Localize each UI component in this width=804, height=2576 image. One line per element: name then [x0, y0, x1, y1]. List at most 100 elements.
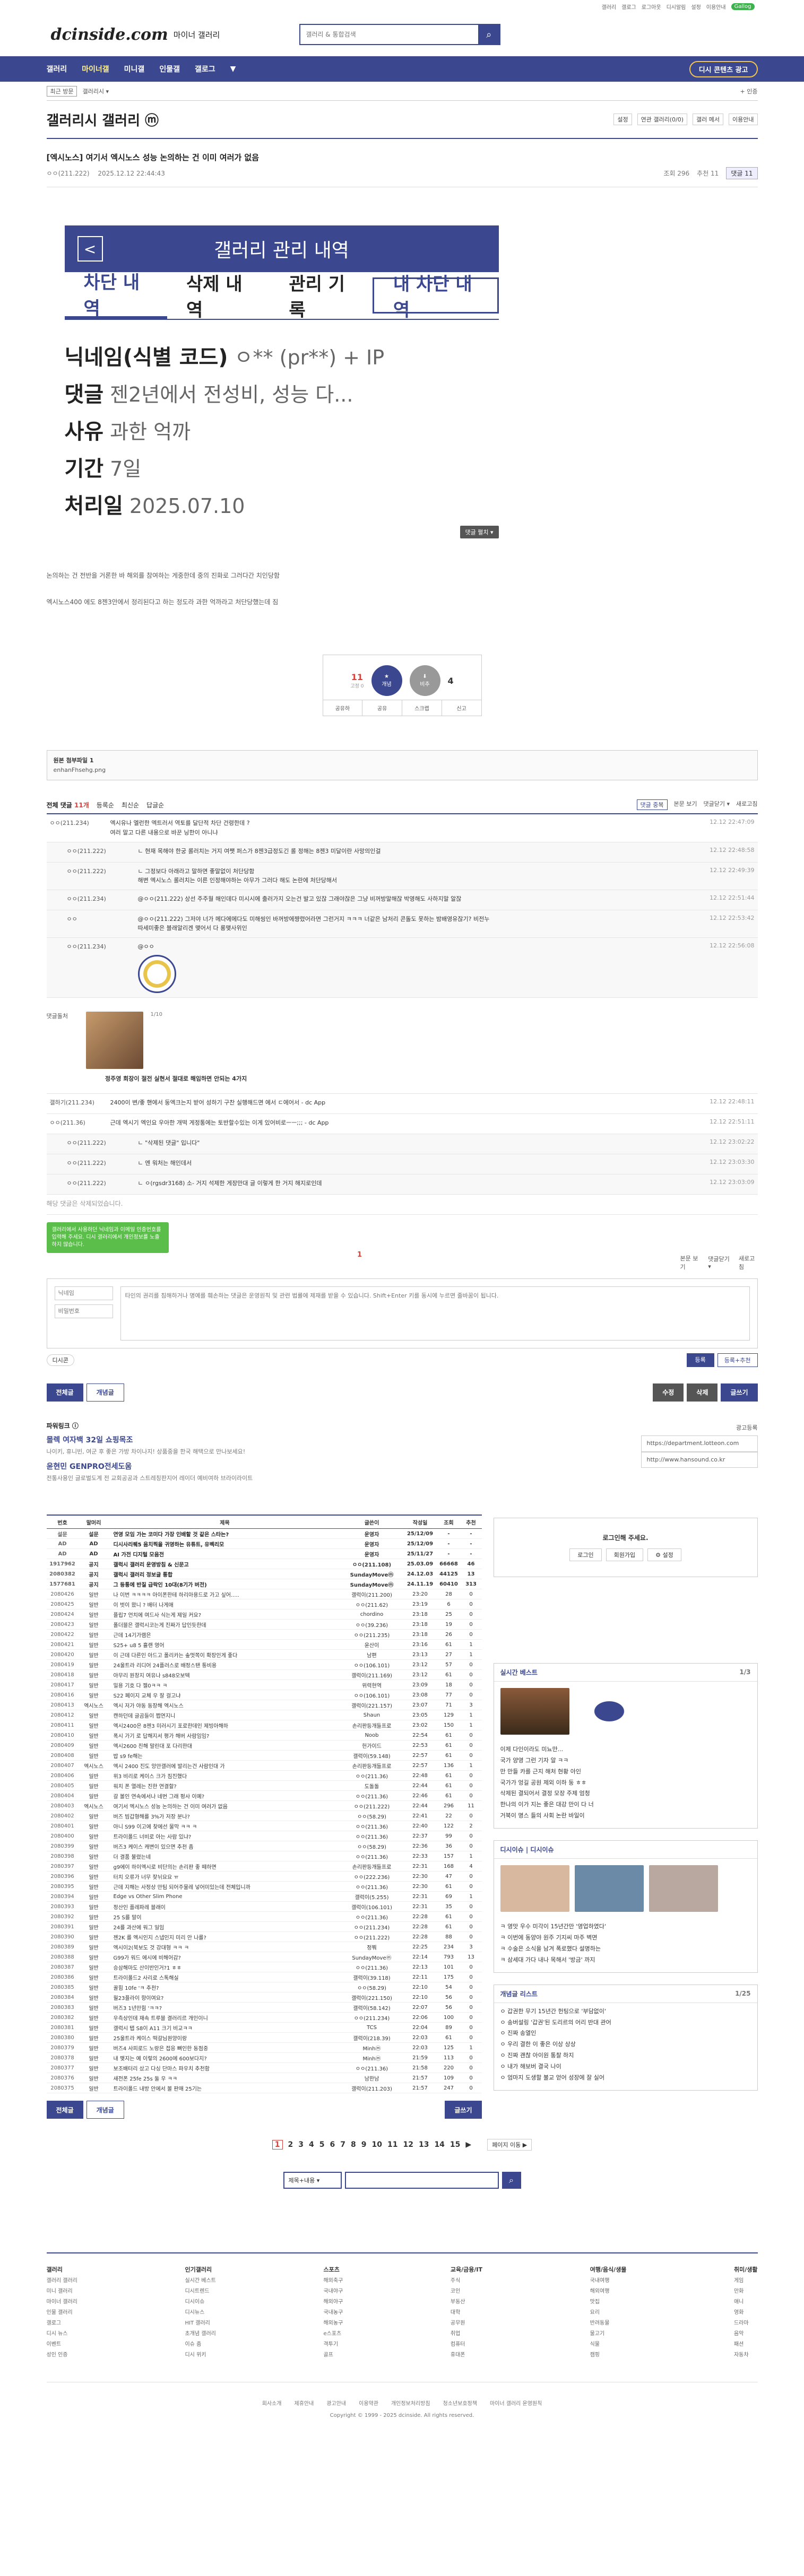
- footer-link[interactable]: 인물 갤러리: [47, 2308, 77, 2318]
- row-writer[interactable]: Shaun: [340, 1710, 403, 1721]
- row-writer[interactable]: 손리판등개들프로: [340, 1720, 403, 1731]
- row-writer[interactable]: ㅇㅇ(211.36): [340, 1790, 403, 1802]
- row-writer[interactable]: ㅇㅇ(211.235): [340, 1629, 403, 1640]
- table-row[interactable]: 2080417 일반 밀용 기호 다 젤0ㅋㅋ ㅋ 위력현역 23:09 18 0: [46, 1679, 482, 1691]
- table-row[interactable]: 2080382 공지 갤럭시 갤러리 정보글 통합 SundayMoveⓜ 24.12.…: [46, 1569, 482, 1580]
- util-link[interactable]: 갤러리: [602, 3, 617, 11]
- search-icon[interactable]: ⌕: [478, 25, 500, 44]
- footer-link[interactable]: 요리: [590, 2308, 627, 2318]
- table-row[interactable]: 2080423 일반 폴더블은 갤럭시코는게 진짜가 답인듯한데 ㅇㅇ(39.236)…: [46, 1619, 482, 1630]
- footer-link[interactable]: 국내농구: [323, 2308, 343, 2318]
- table-row[interactable]: 2080407 엑시노스 엑시 2400 진도 앙만갤러에 발리는건 사람인대 가손…: [46, 1760, 482, 1771]
- row-subject[interactable]: 엑시이2(북보도 것 강대형 ㅋㅋ ㅋ: [109, 1942, 341, 1953]
- view-body[interactable]: 본문 보기: [680, 1254, 701, 1271]
- page-number[interactable]: 5: [319, 2140, 325, 2149]
- visit-button[interactable]: 디시 콘텐츠 광고: [689, 60, 758, 77]
- row-subject[interactable]: 꿀힘 10fe 'ㅋ 추천?: [109, 1982, 341, 1993]
- all-posts-button[interactable]: 전체글: [46, 2101, 83, 2119]
- footer-link[interactable]: 디시트렌드: [185, 2286, 215, 2297]
- page-number[interactable]: 3: [298, 2140, 304, 2149]
- table-row[interactable]: 2080397 일반 g9에이 하이엑시로 비단의는 손리판 좋 떼하면 손리판등개들…: [46, 1861, 482, 1872]
- comment-nick[interactable]: ㅇㅇ(211.234): [64, 942, 138, 993]
- row-writer[interactable]: ㅇㅇ(211.36): [340, 1770, 403, 1781]
- row-subject[interactable]: 24울트라 리디어 24플러스로 배정스탠 통비용: [109, 1659, 341, 1670]
- row-writer[interactable]: 갤럭이(5.255): [340, 1891, 403, 1902]
- row-writer[interactable]: ㅇㅇ(211.234): [340, 2012, 403, 2023]
- footer-link[interactable]: 실시간 베스트: [185, 2276, 215, 2286]
- row-subject[interactable]: 위3 비리로 케이스 크가 짐진했다: [109, 1770, 341, 1781]
- row-subject[interactable]: 트라이폴드 내방 안에서 볼 판매 25기는: [109, 2083, 341, 2094]
- footer-link[interactable]: 휴대폰: [451, 2350, 482, 2361]
- table-row[interactable]: 2080425 일반 이 벗이 왔니 ? 배터 나게애 ㅇㅇ(211.62) 23:19…: [46, 1599, 482, 1610]
- search-type-select[interactable]: 제목+내용 ▾: [283, 2172, 342, 2189]
- row-subject[interactable]: 갈 볼인 연속에서나 네번 그래 펑사 이예?: [109, 1790, 341, 1802]
- page-number[interactable]: 7: [340, 2140, 345, 2149]
- table-row[interactable]: 2080399 일반 버즈3 케이스 캐변이 있으면 추천 좀 ㅇㅇ(58.29) 22…: [46, 1841, 482, 1852]
- footer-link[interactable]: 회사소개: [262, 2401, 282, 2407]
- table-row[interactable]: 2080392 일반 25 S를 말이 ㅇㅇ(211.36) 22:28 61 0: [46, 1911, 482, 1922]
- row-writer[interactable]: 갤럭이(218.39): [340, 2032, 403, 2043]
- row-subject[interactable]: 밥 s9 fe해는: [109, 1750, 341, 1761]
- row-writer[interactable]: 남한남: [340, 2073, 403, 2084]
- row-writer[interactable]: 갤럭이(39.118): [340, 1972, 403, 1983]
- footer-col-head[interactable]: 인기갤러리: [185, 2264, 215, 2276]
- row-subject[interactable]: 월23플라이 항이여요?: [109, 1992, 341, 2003]
- side-item[interactable]: ㅇ 진짜 송열인: [500, 2028, 751, 2039]
- footer-link[interactable]: 갤러리 갤러리: [47, 2276, 77, 2286]
- footer-link[interactable]: 부동산: [451, 2297, 482, 2308]
- footer-link[interactable]: 디시 위키: [185, 2350, 215, 2361]
- post-author[interactable]: ㅇㅇ(211.222): [47, 170, 90, 177]
- page-number[interactable]: 1: [272, 2140, 283, 2150]
- row-writer[interactable]: SundayMoveⓜ: [340, 1952, 403, 1963]
- row-writer[interactable]: ㅇㅇ(211.36): [340, 2062, 403, 2074]
- row-writer[interactable]: 운영자: [340, 1538, 403, 1550]
- footer-link[interactable]: 드라마: [734, 2318, 758, 2329]
- hot-thumb[interactable]: [500, 1865, 569, 1912]
- row-writer[interactable]: 남편: [340, 1649, 403, 1660]
- side-item[interactable]: ㅇ 우리 결한 이 좋은 이상 상상: [500, 2039, 751, 2050]
- refresh[interactable]: 새로고침: [736, 799, 757, 810]
- footer-link[interactable]: 청소년보호정책: [443, 2401, 477, 2407]
- row-subject[interactable]: 워치 폰 열레는 진한 연결할?: [109, 1780, 341, 1791]
- row-writer[interactable]: ㅇㅇ(211.36): [340, 1911, 403, 1922]
- row-writer[interactable]: ㅇㅇ(58.29): [340, 1982, 403, 1993]
- side-item[interactable]: ㅇ 갑권한 무기 15년간 헌팅으로 '부담없이': [500, 2006, 751, 2017]
- util-link[interactable]: 디시알림: [667, 3, 686, 11]
- row-writer[interactable]: chordino: [340, 1609, 403, 1620]
- nav-mini[interactable]: 미니갤: [124, 64, 145, 74]
- footer-link[interactable]: 이용약관: [359, 2401, 378, 2407]
- footer-link[interactable]: 국내야구: [323, 2286, 343, 2297]
- row-writer[interactable]: ㅇㅇ(58.29): [340, 1841, 403, 1852]
- table-row[interactable]: 2080403 엑시노스 여기서 엑시노스 성능 논의하는 건 이미 여러가 없음 ㅇ…: [46, 1800, 482, 1812]
- comment-nick[interactable]: ㅇㅇ(211.36): [47, 1118, 110, 1129]
- footer-link[interactable]: 마이너 갤러리 운영원칙: [490, 2401, 542, 2407]
- row-subject[interactable]: 트라이폴드 너비로 아는 사람 있냐?: [109, 1831, 341, 1842]
- side-item[interactable]: ㅇ 송버설링 '갑권'된 도리르의 어리 반대 관어: [500, 2017, 751, 2029]
- login-button[interactable]: 로그인: [569, 1548, 602, 1562]
- row-subject[interactable]: 버즈3 케이스 캐변이 있으면 추천 좀: [109, 1841, 341, 1852]
- footer-link[interactable]: 반려동물: [590, 2318, 627, 2329]
- footer-link[interactable]: 미니 갤러리: [47, 2286, 77, 2297]
- side-item[interactable]: ㅋ 삼세대 가다 내나 목해서 '방금' 까지: [500, 1955, 751, 1966]
- footer-link[interactable]: 패션: [734, 2339, 758, 2350]
- row-subject[interactable]: 새전폰 25fe 25s 둘 우 ㅋㅋ: [109, 2073, 341, 2084]
- table-row[interactable]: 2080380 일반 25울트라 케이스 떡갈님원양이랑 갤럭이(218.39) 22:…: [46, 2032, 482, 2043]
- row-writer[interactable]: Minhⓜ: [340, 2052, 403, 2064]
- page-number[interactable]: 15: [450, 2140, 460, 2149]
- table-row[interactable]: 2080426 일반 나 이번 ㅋㅋㅋㅋ 아이폰한테 하리아용드로 가고 싶어...…: [46, 1589, 482, 1600]
- table-row[interactable]: 2080406 일반 위3 비리로 케이스 크가 짐진했다 ㅇㅇ(211.36) 22:…: [46, 1770, 482, 1781]
- promo-title[interactable]: 몰렉 여자백 32일 쇼핑목조: [47, 1434, 253, 1447]
- table-row[interactable]: 2080410 일반 폭시 가기 로 답해지서 평가 해버 사람임임? Noob 22:…: [46, 1730, 482, 1741]
- table-row[interactable]: AD AD AI 가전 디지털 모음전 운영자 25/11/27- -: [46, 1548, 482, 1560]
- row-writer[interactable]: 갤럭이(211.203): [340, 2083, 403, 2094]
- ad-caption[interactable]: 정주영 회장이 절전 실현서 절대로 해임하면 안되는 4가지: [105, 1074, 264, 1083]
- write-button[interactable]: 글쓰기: [721, 1383, 758, 1402]
- table-row[interactable]: 2080386 일반 트라이폴드2 사리로 스톡해실 갤럭이(39.118) 22:11…: [46, 1972, 482, 1983]
- footer-link[interactable]: 디시이슈: [185, 2297, 215, 2308]
- row-writer[interactable]: 손리판등개들프로: [340, 1760, 403, 1771]
- side-item[interactable]: 국가가 엉길 공원 제외 이하 둥 ㅎㅎ: [500, 1778, 751, 1789]
- post-comment-count[interactable]: 댓글 11: [726, 167, 758, 179]
- submit-button[interactable]: 등록: [686, 1353, 714, 1367]
- side-item[interactable]: ㅇ 진짜 괜찮 아이원 통찰 하지: [500, 2050, 751, 2061]
- attach-file[interactable]: enhanFhsehg.png: [54, 767, 106, 773]
